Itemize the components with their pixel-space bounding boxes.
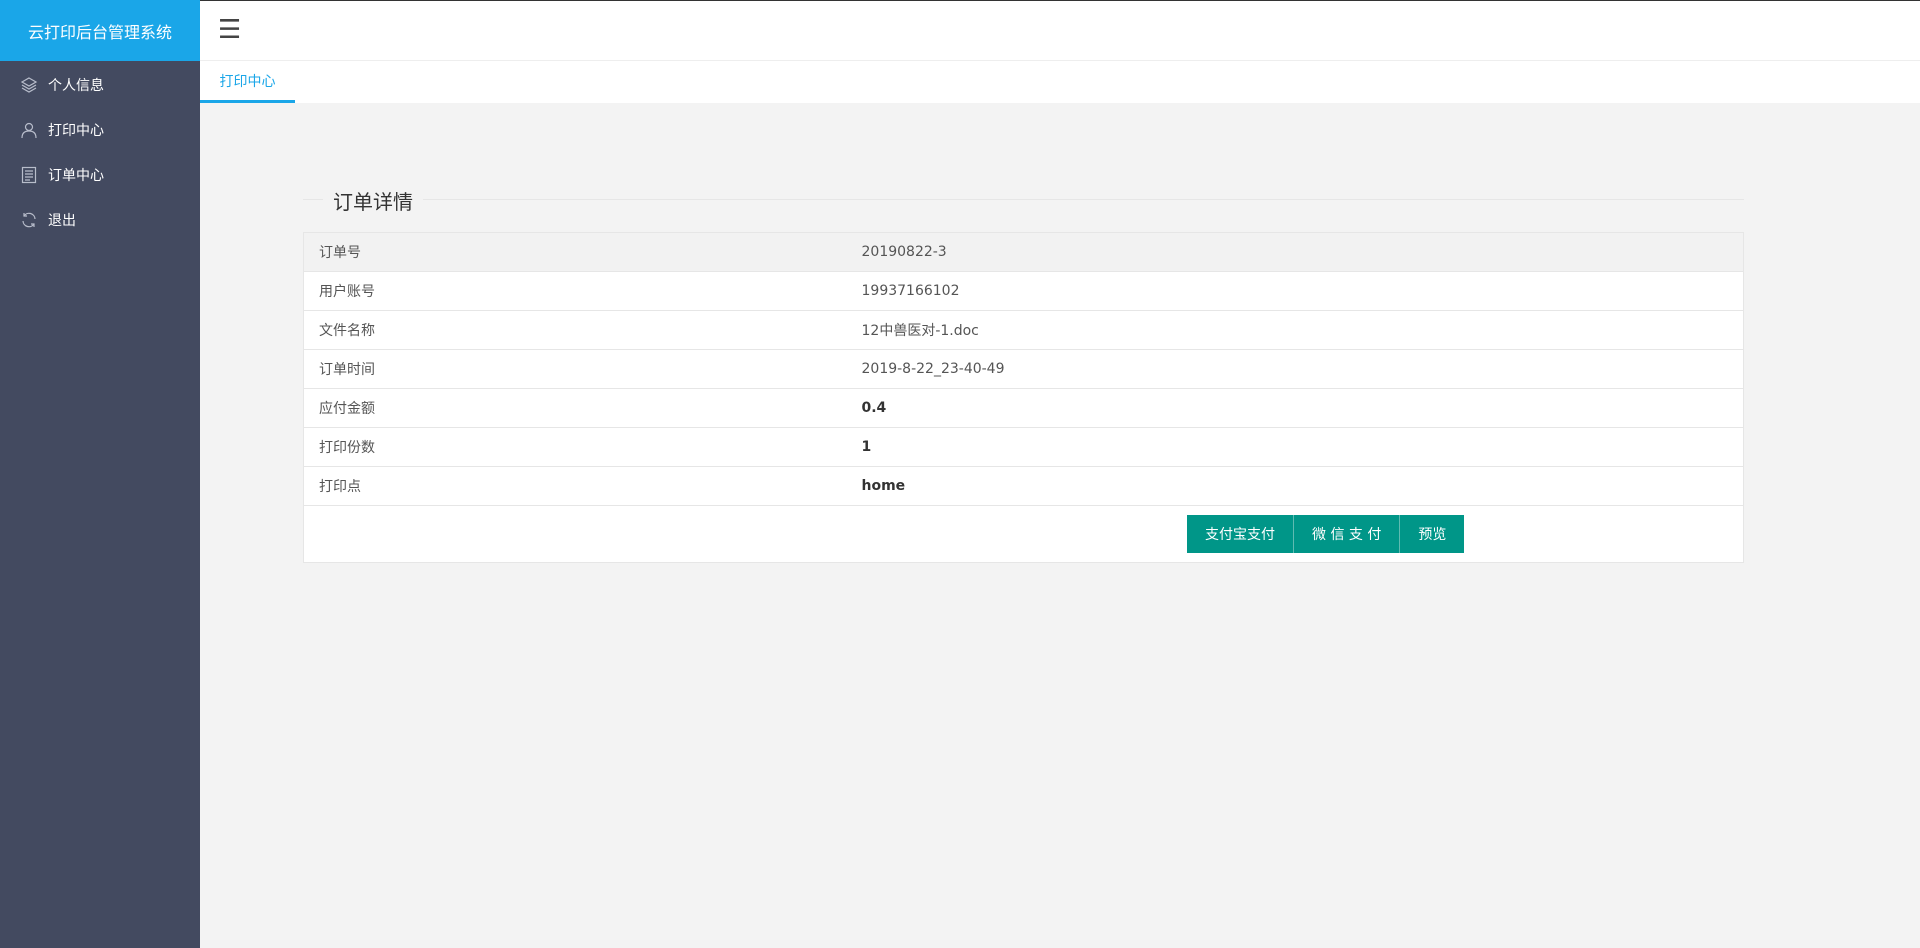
sidebar: 云打印后台管理系统 个人信息 打印中心 订单中心 退出 <box>0 0 200 948</box>
row-key: 打印份数 <box>303 427 847 467</box>
menu-toggle-icon[interactable]: ☰ <box>218 17 241 43</box>
row-value: 2019-8-22_23-40-49 <box>846 349 1744 389</box>
order-detail-table: 订单号 20190822-3 用户账号 19937166102 文件名称 12中… <box>303 232 1744 563</box>
action-row <box>304 506 1744 563</box>
tab-bar: 打印中心 <box>200 61 1920 103</box>
table-row: 打印点 home <box>303 466 1744 506</box>
row-key: 文件名称 <box>303 310 847 350</box>
action-button-group: 支付宝支付 微 信 支 付 预览 <box>1187 515 1465 553</box>
sidebar-item-order-center[interactable]: 订单中心 <box>0 152 200 197</box>
row-key: 打印点 <box>303 466 847 506</box>
row-value: home <box>846 466 1744 506</box>
sidebar-item-label: 订单中心 <box>48 167 104 184</box>
wechat-pay-button[interactable]: 微 信 支 付 <box>1294 515 1401 553</box>
divider <box>303 199 1744 200</box>
row-key: 订单号 <box>303 232 847 272</box>
layers-icon <box>20 76 38 94</box>
sidebar-item-logout[interactable]: 退出 <box>0 197 200 242</box>
preview-button[interactable]: 预览 <box>1400 515 1465 553</box>
sidebar-item-print-center[interactable]: 打印中心 <box>0 107 200 152</box>
top-header: ☰ <box>200 0 1920 61</box>
table-row: 订单时间 2019-8-22_23-40-49 <box>303 349 1744 389</box>
sidebar-item-label: 个人信息 <box>48 77 104 94</box>
app-title: 云打印后台管理系统 <box>0 0 200 61</box>
tab-print-center[interactable]: 打印中心 <box>200 61 295 103</box>
section-title: 订单详情 <box>323 186 423 215</box>
refresh-icon <box>20 211 38 229</box>
row-value: 12中兽医对-1.doc <box>846 310 1744 350</box>
row-key: 订单时间 <box>303 349 847 389</box>
table-row: 用户账号 19937166102 <box>303 271 1744 311</box>
row-value: 20190822-3 <box>846 232 1744 272</box>
section-header: 订单详情 <box>303 186 1744 216</box>
sidebar-item-label: 退出 <box>48 212 76 229</box>
list-icon <box>20 166 38 184</box>
row-value: 19937166102 <box>846 271 1744 311</box>
table-row: 应付金额 0.4 <box>303 388 1744 428</box>
sidebar-nav: 个人信息 打印中心 订单中心 退出 <box>0 61 200 242</box>
row-key: 应付金额 <box>303 388 847 428</box>
sidebar-item-label: 打印中心 <box>48 122 104 139</box>
table-row: 文件名称 12中兽医对-1.doc <box>303 310 1744 350</box>
sidebar-item-profile[interactable]: 个人信息 <box>0 62 200 107</box>
alipay-button[interactable]: 支付宝支付 <box>1187 515 1294 553</box>
table-row: 订单号 20190822-3 <box>303 232 1744 272</box>
table-row: 打印份数 1 <box>303 427 1744 467</box>
user-icon <box>20 121 38 139</box>
row-value: 0.4 <box>846 388 1744 428</box>
row-value: 1 <box>846 427 1744 467</box>
row-key: 用户账号 <box>303 271 847 311</box>
